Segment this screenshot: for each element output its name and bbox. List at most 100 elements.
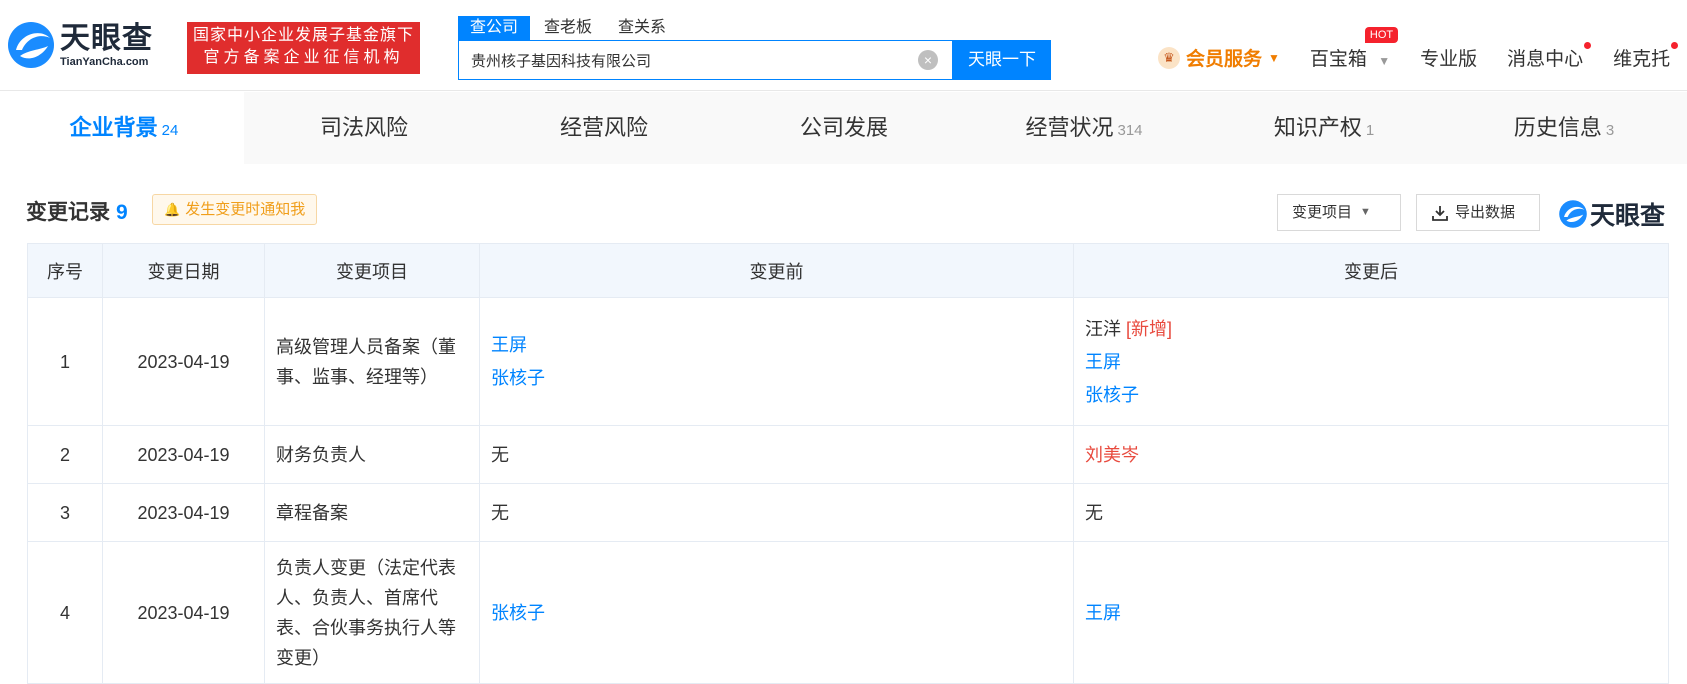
notify-label: 发生变更时通知我 bbox=[185, 201, 306, 218]
tianyancha-logo-icon bbox=[8, 22, 54, 68]
tab-judicial-risk[interactable]: 司法风险 bbox=[244, 92, 484, 164]
crown-icon: ♛ bbox=[1158, 46, 1180, 69]
change-item-filter[interactable]: 变更项目 ▼ bbox=[1277, 194, 1401, 231]
tab-operating-risk[interactable]: 经营风险 bbox=[484, 92, 724, 164]
nav-treasure-box[interactable]: 百宝箱 ▼ HOT bbox=[1309, 27, 1399, 71]
tab-label: 企业背景 bbox=[69, 115, 158, 140]
person-link[interactable]: 王屏 bbox=[1085, 598, 1656, 628]
cell-before: 张核子 bbox=[479, 541, 1074, 684]
table-row: 1 2023-04-19 高级管理人员备案（董事、监事、经理等） 王屏 张核子 … bbox=[27, 297, 1669, 426]
cell-no: 3 bbox=[27, 483, 103, 542]
search-input[interactable] bbox=[459, 41, 899, 79]
table-row: 2 2023-04-19 财务负责人 无 刘美岑 bbox=[27, 425, 1669, 484]
caret-down-icon: ▼ bbox=[1378, 54, 1391, 68]
cell-item: 负责人变更（法定代表人、负责人、首席代表、合伙事务执行人等变更） bbox=[264, 541, 480, 684]
search-type-tabs: 查公司 查老板 查关系 bbox=[458, 16, 680, 40]
search-tab-company[interactable]: 查公司 bbox=[458, 16, 531, 40]
search-box: × bbox=[458, 40, 953, 80]
watermark-logo: 天眼查 bbox=[1558, 196, 1665, 232]
cell-no: 4 bbox=[27, 541, 103, 684]
tab-count: 24 bbox=[161, 122, 179, 139]
member-service-menu[interactable]: ♛ 会员服务 ▼ bbox=[1158, 44, 1280, 71]
tab-intellectual-property[interactable]: 知识产权 1 bbox=[1204, 92, 1444, 164]
watermark-text: 天眼查 bbox=[1590, 202, 1666, 230]
tab-label: 经营风险 bbox=[559, 115, 648, 140]
cell-after: 刘美岑 bbox=[1073, 425, 1669, 484]
clear-icon[interactable]: × bbox=[918, 50, 938, 70]
search-tab-boss[interactable]: 查老板 bbox=[532, 16, 604, 40]
tab-label: 知识产权 bbox=[1273, 115, 1362, 140]
caret-down-icon: ▼ bbox=[1268, 50, 1280, 65]
logo-text-cn: 天眼查 bbox=[60, 22, 153, 55]
notification-dot-icon bbox=[1584, 42, 1592, 49]
top-nav: ♛ 会员服务 ▼ 百宝箱 ▼ HOT 专业版 消息中心 维克托 bbox=[1158, 27, 1679, 71]
cell-date: 2023-04-19 bbox=[102, 483, 265, 542]
notify-on-change-button[interactable]: 🔔 发生变更时通知我 bbox=[152, 194, 318, 225]
cell-item: 高级管理人员备案（董事、监事、经理等） bbox=[264, 297, 480, 426]
member-service-label: 会员服务 bbox=[1186, 49, 1263, 70]
cell-date: 2023-04-19 bbox=[102, 425, 265, 484]
col-header-before: 变更前 bbox=[479, 243, 1074, 298]
cell-after: 王屏 bbox=[1073, 541, 1669, 684]
hot-badge: HOT bbox=[1364, 27, 1399, 43]
tab-label: 历史信息 bbox=[1513, 115, 1602, 140]
tab-operating-status[interactable]: 经营状况 314 bbox=[964, 92, 1204, 164]
nav-message-label: 消息中心 bbox=[1507, 49, 1584, 70]
section-count: 9 bbox=[116, 201, 128, 224]
tab-company-background[interactable]: 企业背景 24 bbox=[4, 92, 244, 164]
tab-label: 公司发展 bbox=[799, 115, 888, 140]
caret-down-icon: ▼ bbox=[1360, 206, 1371, 218]
tab-label: 经营状况 bbox=[1025, 115, 1114, 140]
download-icon bbox=[1432, 205, 1448, 221]
tianyancha-logo-icon bbox=[1559, 200, 1587, 228]
section-title: 变更记录 9 bbox=[26, 196, 128, 226]
cell-item: 财务负责人 bbox=[264, 425, 480, 484]
tab-count: 3 bbox=[1605, 122, 1615, 139]
section-title-text: 变更记录 bbox=[26, 201, 110, 224]
badge-line-1: 国家中小企业发展子基金旗下 bbox=[192, 27, 414, 44]
new-tag: [新增] bbox=[1126, 318, 1173, 339]
cell-no: 1 bbox=[27, 297, 103, 426]
nav-user-label: 维克托 bbox=[1613, 49, 1671, 70]
nav-pro-version[interactable]: 专业版 bbox=[1420, 44, 1477, 71]
cell-date: 2023-04-19 bbox=[102, 541, 265, 684]
person-link[interactable]: 张核子 bbox=[1085, 380, 1656, 410]
site-logo[interactable]: 天眼查 TianYanCha.com bbox=[6, 20, 153, 70]
highlighted-person: 刘美岑 bbox=[1085, 444, 1139, 465]
col-header-item: 变更项目 bbox=[264, 243, 480, 298]
new-person-name: 汪洋 bbox=[1085, 318, 1121, 339]
cell-before: 王屏 张核子 bbox=[479, 297, 1074, 426]
notification-dot-icon bbox=[1671, 42, 1679, 49]
logo-text-en: TianYanCha.com bbox=[60, 56, 149, 68]
search-button[interactable]: 天眼一下 bbox=[953, 40, 1051, 80]
export-label: 导出数据 bbox=[1455, 204, 1516, 221]
main-tabs: 企业背景 24 司法风险 经营风险 公司发展 经营状况 314 知识产权 1 历史信息… bbox=[4, 92, 1687, 164]
nav-message-center[interactable]: 消息中心 bbox=[1507, 42, 1592, 71]
filter-label: 变更项目 bbox=[1292, 204, 1353, 221]
cell-before: 无 bbox=[479, 483, 1074, 542]
export-data-button[interactable]: 导出数据 bbox=[1416, 194, 1540, 231]
person-link[interactable]: 王屏 bbox=[491, 330, 1061, 360]
cell-no: 2 bbox=[27, 425, 103, 484]
bell-icon: 🔔 bbox=[164, 202, 181, 217]
tab-count: 1 bbox=[1365, 122, 1375, 139]
tab-company-development[interactable]: 公司发展 bbox=[724, 92, 964, 164]
cell-after: 汪洋 [新增] 王屏 张核子 bbox=[1073, 297, 1669, 426]
top-header: 天眼查 TianYanCha.com 国家中小企业发展子基金旗下 官方备案企业征… bbox=[0, 0, 1687, 91]
cell-item: 章程备案 bbox=[264, 483, 480, 542]
search-tab-relation[interactable]: 查关系 bbox=[606, 16, 678, 40]
tab-history[interactable]: 历史信息 3 bbox=[1444, 92, 1684, 164]
nav-user[interactable]: 维克托 bbox=[1613, 42, 1679, 71]
person-link[interactable]: 张核子 bbox=[491, 598, 1061, 628]
badge-line-2: 官方备案企业征信机构 bbox=[203, 49, 404, 66]
official-badge[interactable]: 国家中小企业发展子基金旗下 官方备案企业征信机构 bbox=[187, 22, 420, 74]
table-row: 3 2023-04-19 章程备案 无 无 bbox=[27, 483, 1669, 542]
col-header-after: 变更后 bbox=[1073, 243, 1669, 298]
tab-count: 314 bbox=[1117, 122, 1143, 139]
person-link[interactable]: 王屏 bbox=[1085, 347, 1656, 377]
nav-treasure-label: 百宝箱 bbox=[1309, 49, 1367, 70]
change-records-table: 序号 变更日期 变更项目 变更前 变更后 1 2023-04-19 高级管理人员… bbox=[27, 243, 1669, 684]
person-link[interactable]: 张核子 bbox=[491, 363, 1061, 393]
cell-date: 2023-04-19 bbox=[102, 297, 265, 426]
table-row: 4 2023-04-19 负责人变更（法定代表人、负责人、首席代表、合伙事务执行… bbox=[27, 541, 1669, 684]
